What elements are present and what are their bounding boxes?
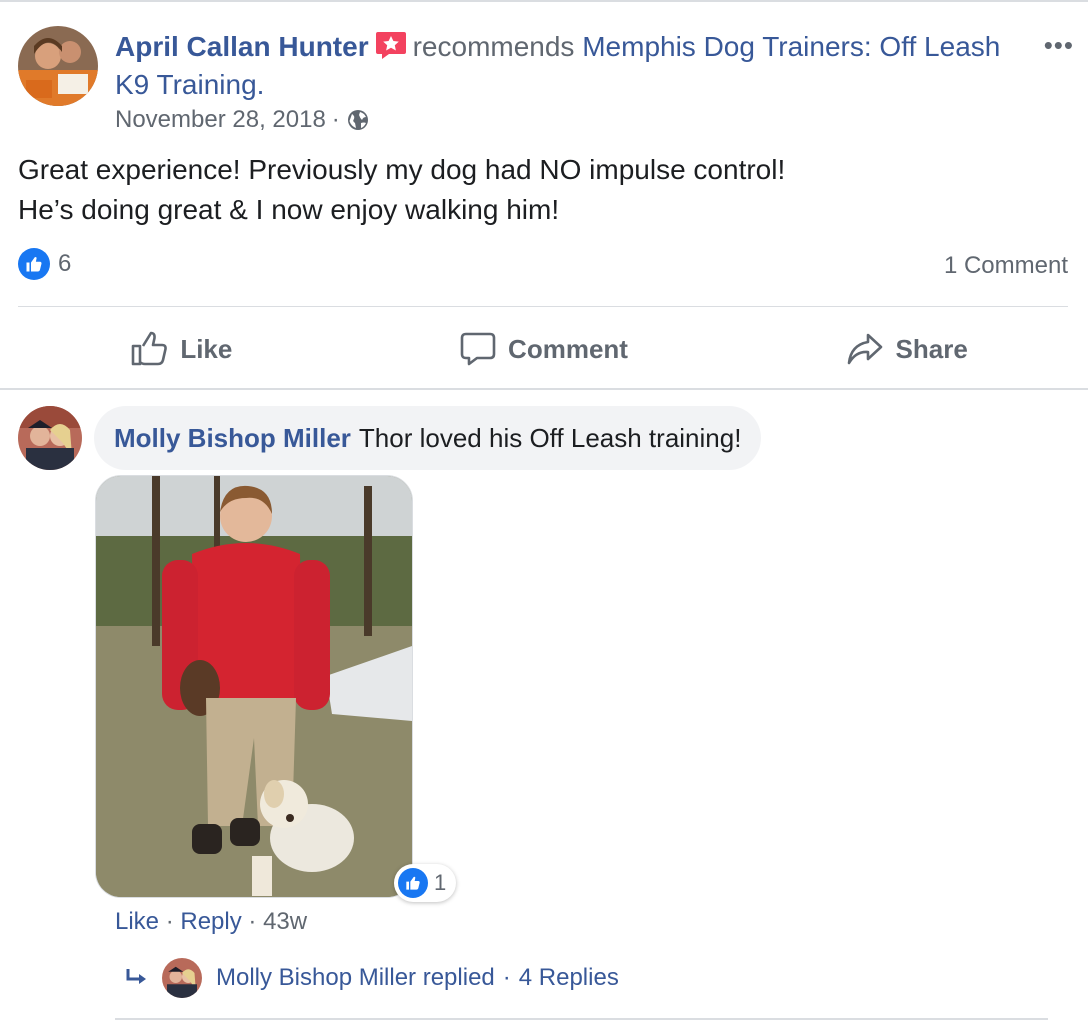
like-button-label: Like xyxy=(180,333,233,364)
comment-like-link[interactable]: Like xyxy=(115,908,159,935)
share-button[interactable]: Share xyxy=(725,320,1088,378)
post-header: April Callan Hunter recommends Memphis Do… xyxy=(115,28,1015,104)
commenter-avatar[interactable] xyxy=(18,406,82,470)
author-avatar[interactable] xyxy=(18,26,98,106)
post-actions: Like Comment Share xyxy=(0,320,1088,378)
replies-count-link[interactable]: 4 Replies xyxy=(519,964,619,992)
divider xyxy=(115,1018,1048,1020)
reaction-summary[interactable]: 6 xyxy=(18,248,71,280)
separator: · xyxy=(165,908,174,935)
globe-icon[interactable] xyxy=(346,108,370,132)
replier-avatar[interactable] xyxy=(162,958,202,998)
comment-button[interactable]: Comment xyxy=(363,320,726,378)
separator: · xyxy=(248,908,257,935)
author-name-link[interactable]: April Callan Hunter xyxy=(115,31,369,62)
comment-photo[interactable] xyxy=(95,475,413,898)
divider xyxy=(0,388,1088,390)
comment-bubble-icon xyxy=(460,332,496,366)
replies-author-text[interactable]: Molly Bishop Miller replied xyxy=(216,964,495,992)
post-date-link[interactable]: November 28, 2018 xyxy=(115,106,326,134)
post-body: Great experience! Previously my dog had … xyxy=(18,150,785,230)
divider xyxy=(18,306,1068,307)
post-body-line: He’s doing great & I now enjoy walking h… xyxy=(18,194,560,225)
recommend-star-icon xyxy=(375,30,407,60)
comment-bubble: Molly Bishop Miller Thor loved his Off L… xyxy=(94,406,762,470)
meta-separator: · xyxy=(331,106,340,133)
separator: · xyxy=(502,964,511,991)
top-border xyxy=(0,0,1088,2)
photo-reaction-badge[interactable]: 1 xyxy=(394,864,457,902)
share-arrow-icon xyxy=(847,333,882,365)
reply-arrow-icon xyxy=(124,965,150,991)
post-body-line: Great experience! Previously my dog had … xyxy=(18,154,786,185)
recommends-text: recommends xyxy=(412,31,575,62)
commenter-name-link[interactable]: Molly Bishop Miller xyxy=(114,423,351,454)
like-count: 6 xyxy=(58,250,72,277)
comment-age-link[interactable]: 43w xyxy=(263,908,307,935)
share-button-label: Share xyxy=(895,333,968,364)
comment-text: Thor loved his Off Leash training! xyxy=(358,422,742,453)
post-meta: November 28, 2018 · xyxy=(115,106,370,134)
comment-actions: Like · Reply · 43w xyxy=(115,908,307,936)
like-thumb-icon xyxy=(132,331,168,366)
replies-row[interactable]: Molly Bishop Miller replied · 4 Replies xyxy=(124,958,619,998)
like-thumb-icon xyxy=(18,248,50,280)
more-dots-icon[interactable]: ••• xyxy=(1044,30,1074,61)
photo-reaction-count: 1 xyxy=(434,870,447,895)
like-thumb-icon xyxy=(398,868,428,898)
comment-count-link[interactable]: 1 Comment xyxy=(944,252,1068,280)
comment-reply-link[interactable]: Reply xyxy=(180,908,241,935)
like-button[interactable]: Like xyxy=(0,320,363,378)
comment-button-label: Comment xyxy=(508,333,628,364)
